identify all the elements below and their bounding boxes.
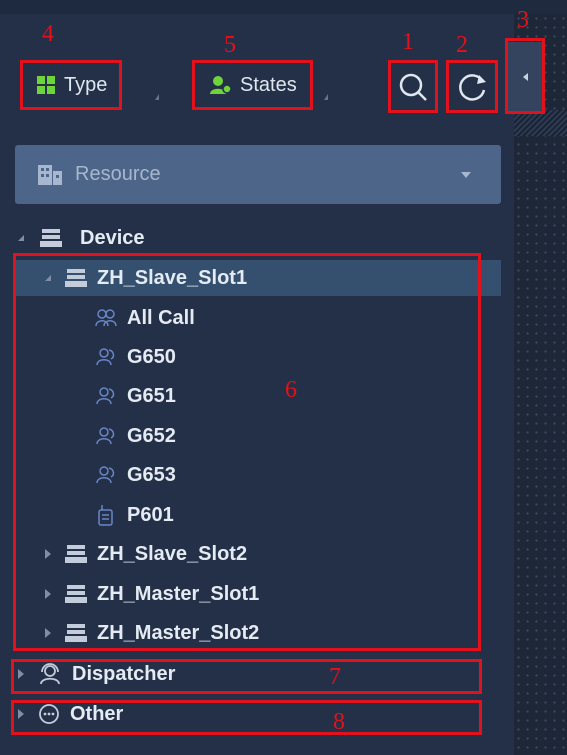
- grid-icon: [37, 76, 55, 94]
- user-status-icon: [210, 76, 232, 94]
- tree-node-label: ZH_Master_Slot2: [97, 621, 260, 644]
- device-icon: [65, 545, 87, 563]
- tree-node-p601[interactable]: P601: [95, 497, 174, 533]
- group-call-icon: [95, 309, 117, 327]
- talkgroup-icon: [96, 466, 115, 484]
- device-icon: [65, 269, 87, 287]
- tree-node-label: G650: [127, 345, 176, 368]
- expanded-arrow-icon: [18, 235, 24, 241]
- tree-node-slave-slot2[interactable]: ZH_Slave_Slot2: [45, 536, 247, 572]
- tree-node-label: ZH_Slave_Slot1: [97, 266, 248, 289]
- tree-node-master-slot2[interactable]: ZH_Master_Slot2: [45, 615, 259, 651]
- device-icon: [65, 585, 87, 603]
- collapse-panel-button[interactable]: [507, 42, 544, 112]
- tree-node-label: Device: [80, 226, 145, 249]
- tree-node-label: ZH_Master_Slot1: [97, 582, 260, 605]
- tree-node-g652[interactable]: G652: [95, 418, 176, 454]
- refresh-icon: [459, 74, 486, 101]
- building-icon: [38, 164, 62, 185]
- talkgroup-icon: [96, 387, 115, 405]
- tree-node-all-call[interactable]: All Call: [95, 300, 195, 336]
- tree-node-other[interactable]: Other: [18, 696, 123, 732]
- collapsed-arrow-icon: [18, 669, 24, 679]
- tree-node-label: Other: [70, 702, 124, 725]
- collapsed-arrow-icon: [18, 709, 24, 719]
- tree-node-label: G651: [127, 384, 176, 407]
- tree-node-label: G652: [127, 424, 176, 447]
- collapse-panel-icon: [523, 73, 528, 81]
- annotation-number: 8: [333, 709, 345, 735]
- tree-node-label: All Call: [127, 306, 195, 329]
- type-filter-button[interactable]: Type: [22, 62, 122, 108]
- collapsed-arrow-icon: [45, 549, 51, 559]
- talkgroup-icon: [96, 348, 115, 366]
- annotation-number: 2: [456, 32, 468, 58]
- resource-select-value: Resource: [75, 163, 161, 185]
- tree-node-label: P601: [127, 503, 174, 526]
- search-button[interactable]: [388, 62, 438, 112]
- tree-node-label: G653: [127, 463, 176, 486]
- type-dropdown-arrow[interactable]: [155, 94, 159, 100]
- states-dropdown-arrow[interactable]: [324, 94, 328, 100]
- tree-node-master-slot1[interactable]: ZH_Master_Slot1: [45, 576, 259, 612]
- tree-node-g653[interactable]: G653: [95, 457, 176, 493]
- collapsed-arrow-icon: [45, 589, 51, 599]
- tree-node-g651[interactable]: G651: [95, 378, 176, 414]
- title-strip: [0, 0, 567, 15]
- annotation-number: 7: [329, 664, 341, 690]
- states-filter-label: States: [240, 73, 297, 96]
- tree-node-device[interactable]: Device: [18, 220, 145, 256]
- more-icon: [39, 704, 59, 724]
- type-filter-label: Type: [64, 73, 108, 96]
- dispatcher-icon: [40, 663, 60, 685]
- tree-node-label: Dispatcher: [72, 662, 176, 685]
- search-icon: [399, 73, 427, 101]
- chevron-down-icon: [461, 172, 471, 178]
- device-icon: [40, 229, 62, 247]
- states-filter-button[interactable]: States: [192, 62, 312, 108]
- annotation-number: 1: [402, 29, 414, 55]
- splitter-hatch: [514, 110, 567, 136]
- device-icon: [65, 624, 87, 642]
- radio-terminal-icon: [98, 505, 113, 526]
- talkgroup-icon: [96, 427, 115, 445]
- tree-node-dispatcher[interactable]: Dispatcher: [18, 656, 175, 692]
- annotation-number: 6: [285, 377, 297, 403]
- annotation-number: 5: [224, 32, 236, 58]
- refresh-button[interactable]: [446, 62, 498, 112]
- expanded-arrow-icon: [45, 275, 51, 281]
- annotation-number: 3: [517, 7, 529, 33]
- tree-node-g650[interactable]: G650: [95, 339, 176, 375]
- annotation-number: 4: [42, 21, 54, 47]
- resource-select[interactable]: Resource: [15, 145, 501, 204]
- tree-node-label: ZH_Slave_Slot2: [97, 542, 248, 565]
- collapsed-arrow-icon: [45, 628, 51, 638]
- tree-node-slave-slot1[interactable]: ZH_Slave_Slot1: [15, 260, 501, 296]
